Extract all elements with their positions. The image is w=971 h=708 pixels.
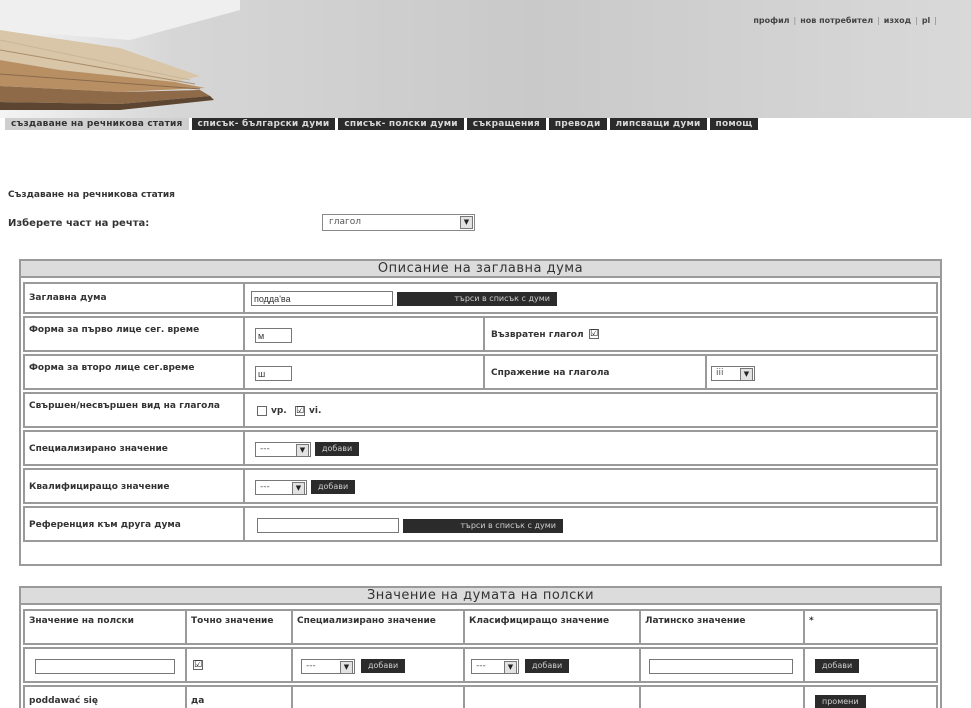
reference-input[interactable]	[257, 518, 399, 533]
chevron-down-icon: ▼	[296, 444, 309, 457]
headword-panel: Описание на заглавна дума Заглавна дума …	[19, 259, 942, 566]
chevron-down-icon: ▼	[292, 482, 305, 495]
tab-missing-words[interactable]: липсващи думи	[609, 118, 707, 130]
meaning-add-button[interactable]: добави	[815, 659, 860, 673]
qualifying-add-button[interactable]: добави	[311, 480, 356, 494]
latin-meaning-input[interactable]	[649, 659, 793, 674]
aspect-vi-checkbox[interactable]: ☑	[295, 406, 305, 416]
conjugation-select[interactable]: iii ▼	[711, 366, 755, 381]
col-actions: *	[809, 616, 814, 626]
col-exact-meaning: Точно значение	[191, 616, 274, 626]
headword-panel-title: Описание на заглавна дума	[21, 261, 940, 278]
main-nav: създаване на речникова статия списък- бъ…	[0, 118, 971, 130]
polish-meaning-input[interactable]	[35, 659, 175, 674]
reference-label: Референция към друга дума	[29, 520, 181, 530]
chevron-down-icon: ▼	[460, 216, 473, 229]
col-classifying-meaning: Класифициращо значение	[469, 616, 610, 626]
part-of-speech-label: Изберете част на речта:	[8, 218, 150, 229]
tab-abbreviations[interactable]: съкращения	[466, 118, 546, 130]
polish-meaning-panel-title: Значение на думата на полски	[21, 588, 940, 605]
reference-search-button[interactable]: търси в списък с думи	[403, 519, 563, 533]
specialized-row: Специализирано значение --- ▼ добави	[23, 430, 938, 466]
meaning-header-row: Значение на полски Точно значение Специа…	[23, 609, 938, 645]
aspect-vp-label: vp.	[271, 406, 287, 416]
aspect-label: Свършен/несвършен вид на глагола	[29, 401, 220, 411]
chevron-down-icon: ▼	[740, 368, 753, 381]
conjugation-label: Спражение на глагола	[491, 368, 610, 378]
second-person-row: Форма за второ лице сег.време Спражение …	[23, 354, 938, 390]
specialized-select[interactable]: --- ▼	[255, 442, 311, 457]
profile-link[interactable]: профил	[753, 16, 789, 25]
page-title: Създаване на речникова статия	[8, 190, 175, 200]
existing-polish-meaning: poddawać się	[29, 696, 98, 706]
specialized-meaning-add-button[interactable]: добави	[361, 659, 406, 673]
language-pl-link[interactable]: pl	[922, 16, 930, 25]
exact-meaning-checkbox[interactable]: ☑	[193, 660, 203, 670]
part-of-speech-select[interactable]: глагол ▼	[322, 214, 475, 231]
classifying-meaning-add-button[interactable]: добави	[525, 659, 570, 673]
qualifying-row: Квалифициращо значение --- ▼ добави	[23, 468, 938, 504]
tab-polish-words[interactable]: списък- полски думи	[338, 118, 464, 130]
logout-link[interactable]: изход	[884, 16, 911, 25]
tab-bulgarian-words[interactable]: списък- български думи	[191, 118, 336, 130]
qualifying-select[interactable]: --- ▼	[255, 480, 307, 495]
first-person-row: Форма за първо лице сег. време Възвратен…	[23, 316, 938, 352]
headword-label: Заглавна дума	[29, 293, 107, 303]
specialized-meaning-select[interactable]: --- ▼	[301, 659, 355, 674]
chevron-down-icon: ▼	[504, 661, 517, 674]
specialized-label: Специализирано значение	[29, 444, 168, 454]
aspect-vp-checkbox[interactable]	[257, 406, 267, 416]
headword-input[interactable]	[251, 291, 393, 306]
meaning-edit-button[interactable]: промени	[815, 695, 866, 708]
first-person-input[interactable]	[255, 328, 292, 343]
headword-row: Заглавна дума търси в списък с думи	[23, 282, 938, 314]
polish-meaning-panel: Значение на думата на полски Значение на…	[19, 586, 942, 708]
chevron-down-icon: ▼	[340, 661, 353, 674]
col-polish-meaning: Значение на полски	[29, 616, 134, 626]
reference-row: Референция към друга дума търси в списък…	[23, 506, 938, 542]
meaning-input-row: ☑ --- ▼ добави --- ▼ добави добави	[23, 647, 938, 683]
open-book-logo	[0, 0, 240, 110]
reflexive-label: Възвратен глагол	[491, 330, 584, 340]
top-links: профил | нов потребител | изход | pl |	[753, 16, 937, 25]
second-person-label: Форма за второ лице сег.време	[29, 363, 195, 373]
second-person-input[interactable]	[255, 366, 292, 381]
tab-translations[interactable]: преводи	[548, 118, 607, 130]
meaning-existing-row: poddawać się да промени	[23, 685, 938, 708]
first-person-label: Форма за първо лице сег. време	[29, 325, 200, 335]
existing-exact-meaning: да	[191, 696, 205, 706]
part-of-speech-value: глагол	[329, 217, 361, 227]
reflexive-checkbox[interactable]: ☑	[589, 329, 599, 339]
col-latin-meaning: Латинско значение	[645, 616, 746, 626]
header-banner: профил | нов потребител | изход | pl |	[0, 0, 971, 118]
specialized-add-button[interactable]: добави	[315, 442, 360, 456]
new-user-link[interactable]: нов потребител	[800, 16, 873, 25]
aspect-vi-label: vi.	[309, 406, 322, 416]
search-word-list-button[interactable]: търси в списък с думи	[397, 292, 557, 306]
qualifying-label: Квалифициращо значение	[29, 482, 170, 492]
tab-create-entry[interactable]: създаване на речникова статия	[5, 118, 189, 130]
tab-help[interactable]: помощ	[709, 118, 759, 130]
classifying-meaning-select[interactable]: --- ▼	[471, 659, 519, 674]
col-specialized-meaning: Специализирано значение	[297, 616, 436, 626]
aspect-row: Свършен/несвършен вид на глагола vp. ☑ v…	[23, 392, 938, 428]
